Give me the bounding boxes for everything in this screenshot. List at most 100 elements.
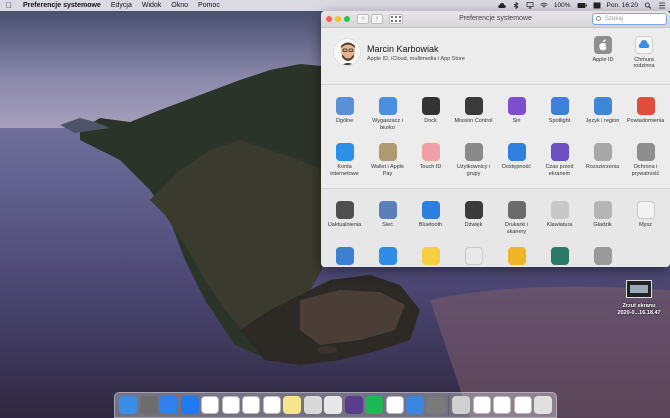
user-switch-icon[interactable]: [593, 2, 601, 9]
menu-view[interactable]: Widok: [137, 2, 166, 9]
account-subtitle: Apple ID, iCloud, multimedia i App Store: [367, 56, 465, 62]
pane-czas-przed-ekranem[interactable]: Czas przed ekranem: [538, 143, 581, 178]
family-sharing-pane[interactable]: Chmura rodzinna: [624, 36, 664, 69]
window-titlebar[interactable]: ‹ › Preferencje systemowe Szukaj: [321, 11, 670, 28]
messages-app-icon[interactable]: [160, 396, 178, 414]
finder-icon[interactable]: [119, 396, 137, 414]
notification-center-icon[interactable]: [658, 2, 666, 9]
pane-wygaszacz-i-biurko[interactable]: Wygaszacz i biurko: [366, 97, 409, 132]
preferences-section-personal: Ogólne Wygaszacz i biurko Dock Mission Cont…: [321, 85, 670, 189]
icloud-drive-icon[interactable]: [406, 396, 424, 414]
menu-help[interactable]: Pomoc: [193, 2, 225, 9]
pane-wallet-i-apple-pay[interactable]: Wallet i Apple Pay: [366, 143, 409, 178]
ia-writer-icon[interactable]: [242, 396, 260, 414]
pane-siri[interactable]: Siri: [495, 97, 538, 125]
system-preferences-icon[interactable]: [426, 396, 445, 414]
bluetooth-menu-icon[interactable]: [512, 2, 520, 9]
trash-icon[interactable]: [534, 396, 552, 414]
screenshot-thumb-4-icon[interactable]: [513, 396, 532, 414]
search-field[interactable]: Szukaj: [592, 13, 667, 25]
keyboard-icon: [550, 201, 569, 219]
accessibility-icon: [507, 143, 526, 161]
bluetooth-icon: [421, 201, 440, 219]
pane-dostepnosc[interactable]: Dostępność: [495, 143, 538, 171]
dropbox-icon[interactable]: [385, 396, 404, 414]
spotlight-menu-icon[interactable]: [644, 2, 652, 9]
energy-icon: [421, 247, 440, 265]
affinity-icon[interactable]: [344, 396, 363, 414]
pane-label: Touch ID: [419, 164, 442, 170]
extensions-icon: [593, 143, 612, 161]
pane-time-machine[interactable]: Time Machine: [538, 247, 581, 267]
menu-window[interactable]: Okno: [166, 2, 193, 9]
avatar[interactable]: [333, 38, 361, 66]
pane-data-i-czas[interactable]: Data i czas: [452, 247, 495, 267]
pane-klawiatura[interactable]: Klawiatura: [538, 201, 581, 229]
pane-uaktualnienia[interactable]: Uaktualnienia: [323, 201, 366, 229]
wifi-icon[interactable]: [540, 2, 548, 9]
pane-bluetooth[interactable]: Bluetooth: [409, 201, 452, 229]
spotify-icon[interactable]: [365, 396, 383, 414]
textedit-icon[interactable]: [324, 396, 342, 414]
calendar-icon[interactable]: [262, 396, 281, 414]
cloud-upload-icon[interactable]: [498, 2, 506, 9]
pane-uzytkownicy-i-grupy[interactable]: Użytkownicy i grupy: [452, 143, 495, 178]
desktop-screenshot-file[interactable]: Zrzut ekranu 2020-0...16.18.47: [610, 280, 668, 317]
sidecar-icon: [378, 247, 397, 265]
pane-label: Ogólne: [335, 118, 354, 124]
pane-powiadomienia[interactable]: Powiadomienia: [624, 97, 667, 125]
battery-icon[interactable]: [577, 2, 587, 9]
pane-ogolne[interactable]: Ogólne: [323, 97, 366, 125]
users-icon: [464, 143, 483, 161]
notes-icon[interactable]: [283, 396, 301, 414]
file-name-line2: 2020-0...16.18.47: [617, 310, 661, 316]
trackpad-icon: [593, 201, 612, 219]
mission-control-icon: [464, 97, 483, 115]
pane-spotlight[interactable]: Spotlight: [538, 97, 581, 125]
screenshot-thumb-1-icon[interactable]: [452, 396, 470, 414]
apple-id-label: Apple ID: [592, 57, 614, 63]
pane-label: Wallet i Apple Pay: [370, 164, 405, 177]
screenshot-thumb-2-icon[interactable]: [472, 396, 491, 414]
pane-udostepnianie[interactable]: Udostępnianie: [495, 247, 538, 267]
battery-percent: 100%: [553, 2, 571, 9]
pane-touch-id[interactable]: Touch ID: [409, 143, 452, 171]
pane-siec[interactable]: Sieć: [366, 201, 409, 229]
menu-edit[interactable]: Edycja: [106, 2, 137, 9]
date-time-icon: [464, 247, 483, 265]
system-preferences-window: ‹ › Preferencje systemowe Szukaj Marcin …: [321, 11, 670, 267]
menu-clock[interactable]: Pon. 16:20: [607, 2, 638, 9]
pane-mission-control[interactable]: Mission Control: [452, 97, 495, 125]
apple-icon[interactable]: : [0, 1, 18, 10]
pane-ochrona-i-prywatnosc[interactable]: Ochrona i prywatność: [624, 143, 667, 178]
menu-app-name[interactable]: Preferencje systemowe: [18, 2, 106, 9]
pane-mysz[interactable]: Mysz: [624, 201, 667, 229]
pane-gladzik[interactable]: Gładzik: [581, 201, 624, 229]
screenshot-thumb-3-icon[interactable]: [493, 396, 511, 414]
launchpad-icon[interactable]: [139, 396, 158, 414]
pane-label: Drukarki i skanery: [504, 222, 529, 235]
pane-label: Mysz: [639, 222, 652, 228]
wallet-icon: [378, 143, 397, 161]
language-icon: [593, 97, 612, 115]
pane-jezyk-i-region[interactable]: Język i region: [581, 97, 624, 125]
airplay-icon[interactable]: [526, 2, 534, 9]
menu-extras: 100% Pon. 16:20: [498, 0, 666, 11]
pane-oszczedzanie-energii[interactable]: Oszczędzanie energii: [409, 247, 452, 267]
siri-icon: [507, 97, 526, 115]
pane-rozszerzenia[interactable]: Rozszerzenia: [581, 143, 624, 171]
pane-dock[interactable]: Dock: [409, 97, 452, 125]
pane-sidecar[interactable]: Sidecar: [366, 247, 409, 267]
apple-id-pane[interactable]: Apple ID: [583, 36, 623, 63]
preview-icon[interactable]: [303, 396, 322, 414]
pane-dzwiek[interactable]: Dźwięk: [452, 201, 495, 229]
file-thumbnail: [626, 280, 652, 298]
pane-drukarki-i-skanery[interactable]: Drukarki i skanery: [495, 201, 538, 236]
messenger-icon[interactable]: [180, 396, 199, 414]
pane-konta-internetowe[interactable]: Konta internetowe: [323, 143, 366, 178]
pane-dysk-startowy[interactable]: Dysk startowy: [581, 247, 624, 267]
slack-icon[interactable]: [201, 396, 219, 414]
chrome-icon[interactable]: [221, 396, 240, 414]
pane-monitory[interactable]: Monitory: [323, 247, 366, 267]
family-sharing-icon: [635, 36, 653, 54]
